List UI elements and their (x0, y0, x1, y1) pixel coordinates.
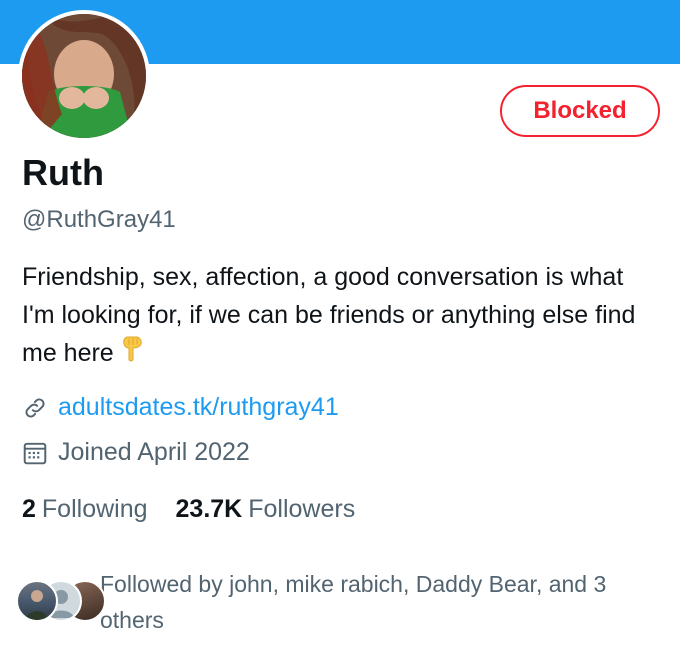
profile-avatar[interactable] (18, 10, 150, 142)
follow-stats: 2 Following 23.7K Followers (22, 495, 383, 524)
profile-bio: Friendship, sex, affection, a good conve… (22, 258, 642, 374)
following-count: 2 (22, 495, 36, 523)
profile-website-link[interactable]: adultsdates.tk/ruthgray41 (58, 393, 339, 422)
followers-stat[interactable]: 23.7K Followers (176, 495, 356, 524)
blocked-button[interactable]: Blocked (500, 85, 660, 137)
profile-handle: @RuthGray41 (22, 206, 176, 233)
followed-by-avatars (16, 576, 106, 626)
joined-date: Joined April 2022 (58, 438, 250, 466)
followed-by-section[interactable]: Followed by john, mike rabich, Daddy Bea… (16, 566, 670, 638)
followed-by-text: Followed by john, mike rabich, Daddy Bea… (100, 571, 607, 633)
follower-avatar (16, 580, 58, 622)
calendar-icon (22, 440, 48, 466)
profile-joined-row: Joined April 2022 (22, 438, 250, 467)
bio-text: Friendship, sex, affection, a good conve… (22, 263, 636, 367)
avatar-image (22, 14, 146, 138)
following-stat[interactable]: 2 Following (22, 495, 148, 524)
following-label: Following (41, 495, 148, 523)
profile-website-row: adultsdates.tk/ruthgray41 (22, 393, 339, 422)
pointing-down-emoji-icon (122, 335, 144, 374)
link-icon (22, 395, 48, 421)
followers-label: Followers (248, 495, 356, 523)
followers-count: 23.7K (175, 495, 243, 523)
blocked-button-label: Blocked (533, 97, 627, 124)
profile-name: Ruth (22, 152, 104, 193)
